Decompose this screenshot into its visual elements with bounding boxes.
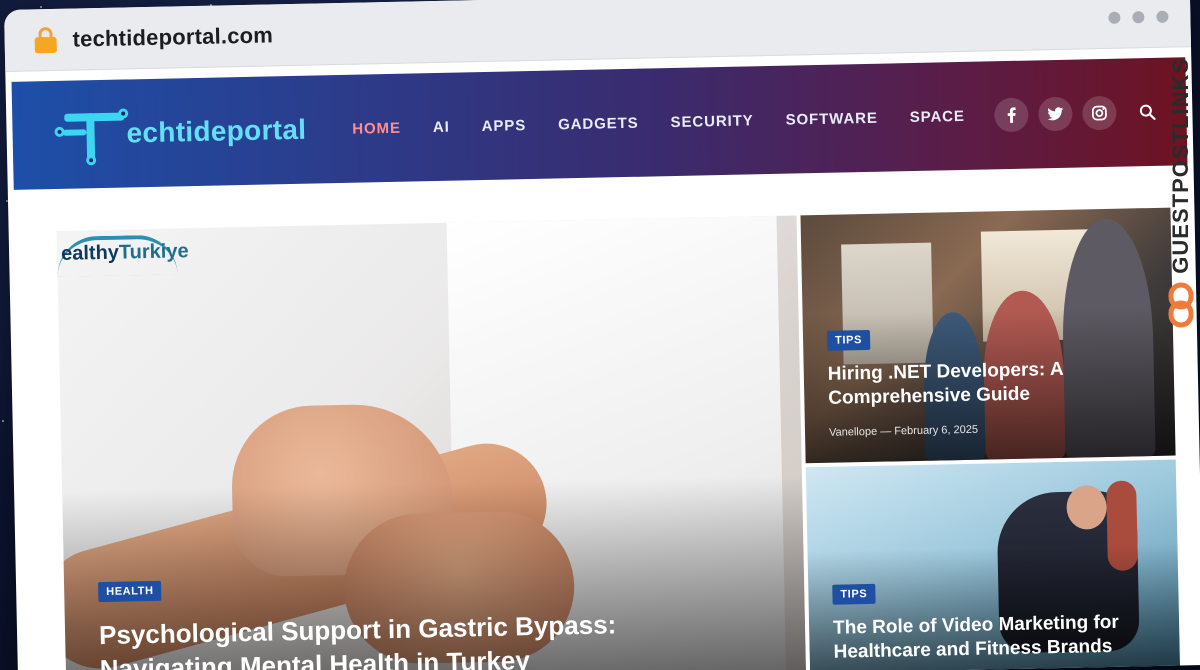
category-badge[interactable]: HEALTH	[98, 580, 162, 603]
category-badge[interactable]: TIPS	[832, 583, 876, 605]
category-badge[interactable]: TIPS	[826, 329, 871, 351]
lock-icon	[34, 26, 57, 53]
nav-item-ai[interactable]: AI	[433, 118, 450, 135]
nav-item-home[interactable]: HOME	[352, 119, 401, 137]
brand-logo: ealthyTurkiye	[60, 240, 189, 265]
guestpostlinks-watermark: GUESTPOSTLINKS	[1164, 58, 1198, 358]
nav-item-software[interactable]: SOFTWARE	[785, 109, 878, 128]
post-title[interactable]: Hiring .NET Developers: A Comprehensive …	[828, 356, 1149, 411]
window-controls	[1108, 10, 1169, 24]
window-dot-icon[interactable]	[1108, 11, 1121, 24]
post-author[interactable]: Vanellope	[829, 426, 877, 439]
post-date: February 6, 2025	[894, 423, 979, 438]
window-dot-icon[interactable]	[1156, 10, 1169, 23]
site-logo[interactable]: echtideportal	[54, 97, 307, 168]
content-area: ealthyTurkiye HEALTH Psychological Suppo…	[8, 165, 1200, 670]
window-dot-icon[interactable]	[1132, 10, 1145, 23]
instagram-icon[interactable]	[1082, 95, 1117, 131]
meta-separator: —	[880, 425, 892, 438]
featured-post[interactable]: ealthyTurkiye HEALTH Psychological Suppo…	[56, 215, 807, 670]
nav-item-gadgets[interactable]: GADGETS	[558, 114, 639, 133]
twitter-icon[interactable]	[1038, 96, 1073, 132]
post-title[interactable]: The Role of Video Marketing for Healthca…	[833, 610, 1154, 665]
nav-item-security[interactable]: SECURITY	[670, 112, 753, 131]
watermark-text: GUESTPOSTLINKS	[1168, 58, 1193, 274]
post-card[interactable]: TIPS The Role of Video Marketing for Hea…	[805, 459, 1181, 670]
link-icon	[1168, 282, 1194, 328]
logo-circuit-icon	[54, 101, 129, 168]
nav-item-apps[interactable]: APPS	[481, 117, 526, 135]
social-links	[994, 95, 1163, 133]
search-icon[interactable]	[1132, 97, 1163, 128]
browser-window: techtideportal.com echtideportal HOME AI…	[4, 0, 1200, 670]
facebook-icon[interactable]	[994, 97, 1029, 133]
main-nav: HOME AI APPS GADGETS SECURITY SOFTWARE S…	[352, 107, 965, 137]
url-text[interactable]: techtideportal.com	[72, 22, 273, 52]
nav-item-space[interactable]: SPACE	[910, 107, 965, 125]
logo-text: echtideportal	[126, 113, 307, 149]
post-card[interactable]: TIPS Hiring .NET Developers: A Comprehen…	[800, 207, 1176, 464]
